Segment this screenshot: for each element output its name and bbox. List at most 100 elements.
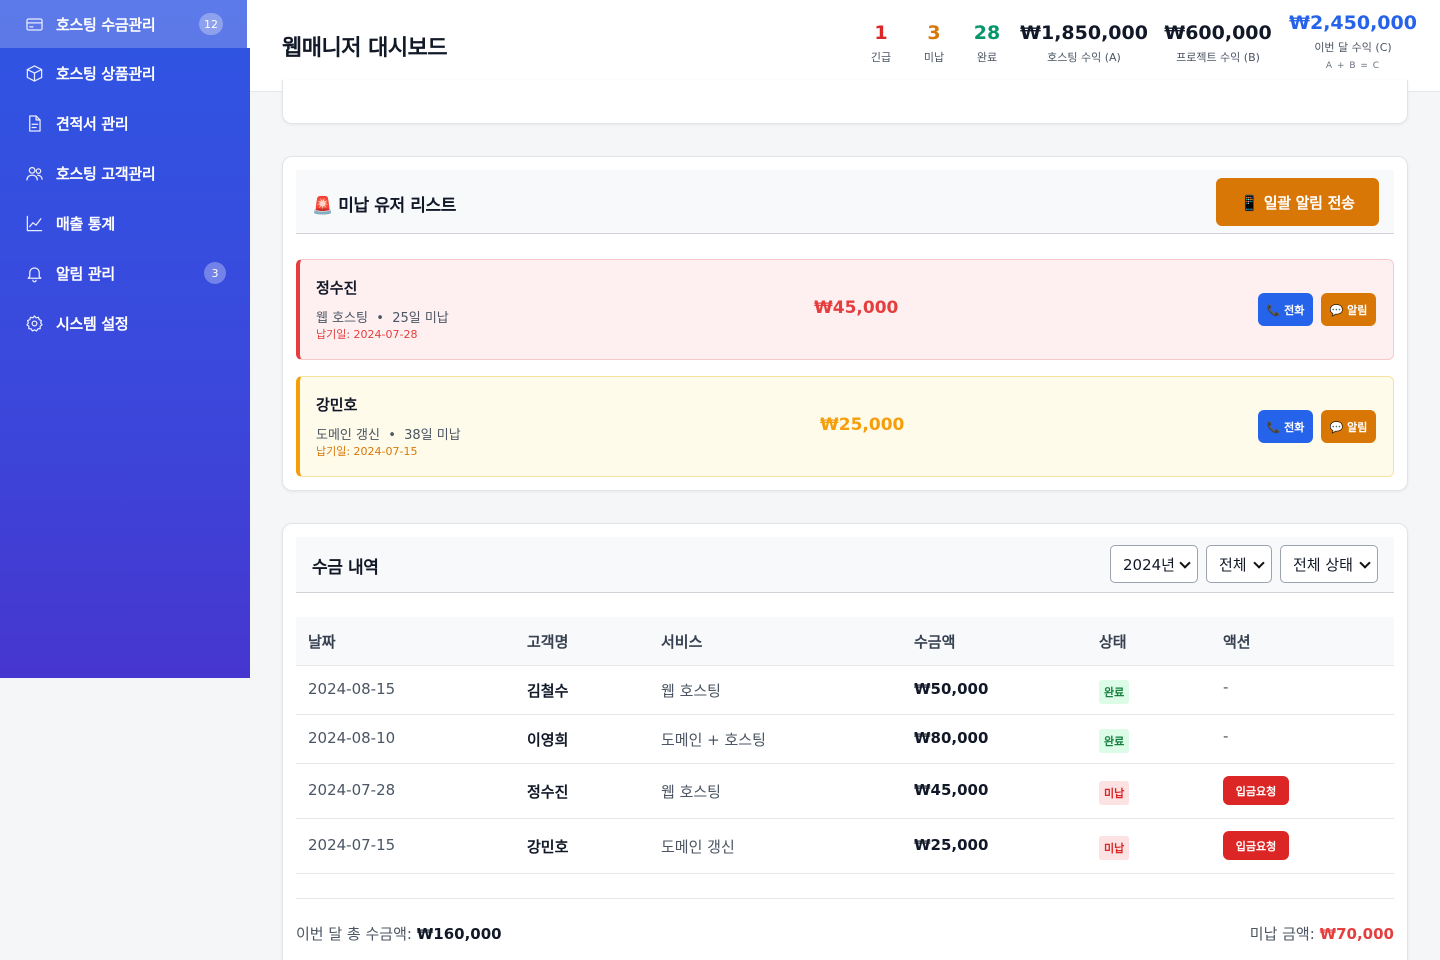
cell-customer: 김철수	[527, 682, 569, 700]
sidebar-item-quotes[interactable]: 견적서 관리	[0, 98, 250, 148]
sidebar-item-label: 시스템 설정	[56, 314, 129, 333]
cell-action: -	[1223, 727, 1229, 745]
top-header: 웹매니저 대시보드 1 긴급 3 미납 28 완료 ₩1,850,000 호스팅…	[250, 0, 1440, 92]
divider	[296, 898, 1394, 899]
overdue-info: 웹 호스팅 • 25일 미납	[316, 311, 449, 326]
sidebar-item-sales-stats[interactable]: 매출 통계	[0, 198, 250, 248]
unpaid-amount: ₩25,000	[820, 415, 905, 435]
users-icon	[24, 163, 44, 183]
payment-request-button[interactable]: 입금요청	[1223, 776, 1289, 805]
stat-label: 긴급	[870, 51, 892, 64]
overdue-days: 38일 미납	[404, 428, 461, 443]
stat-formula: A + B = C	[1325, 61, 1381, 71]
unpaid-user-card: 강민호 도메인 갱신 • 38일 미납 납기일: 2024-07-15 ₩25,…	[296, 376, 1394, 477]
count-badge: 12	[199, 13, 223, 35]
unpaid-total: 미납 금액: ₩70,000	[1250, 923, 1394, 944]
status-select[interactable]: 전체 상태	[1280, 545, 1378, 583]
cell-action: -	[1223, 678, 1229, 696]
stat-label: 프로젝트 수익 (B)	[1176, 51, 1260, 64]
cell-service: 도메인 + 호스팅	[661, 731, 766, 749]
payment-request-button[interactable]: 입금요청	[1223, 831, 1289, 860]
sidebar-item-label: 견적서 관리	[56, 114, 129, 133]
cell-amount: ₩80,000	[914, 729, 989, 747]
year-select[interactable]: 2024년	[1110, 545, 1198, 583]
gear-icon	[24, 313, 44, 333]
column-header: 고객명	[527, 633, 569, 651]
chevron-down-icon	[1359, 557, 1371, 569]
column-header: 액션	[1223, 633, 1251, 651]
bulk-notify-button[interactable]: 📱 일괄 알림 전송	[1216, 178, 1379, 226]
payment-table: 날짜 고객명 서비스 수금액 상태 액션 2024-08-15 김철수 웹 호스…	[296, 617, 1394, 874]
sidebar-item-system-settings[interactable]: 시스템 설정	[0, 298, 250, 348]
table-row: 2024-07-28 정수진 웹 호스팅 ₩45,000 미납 입금요청	[296, 764, 1394, 819]
cell-service: 웹 호스팅	[661, 783, 721, 801]
call-button[interactable]: 📞 전화	[1258, 293, 1313, 326]
document-icon	[24, 113, 44, 133]
line-chart-icon	[24, 213, 44, 233]
stat-value: 1	[874, 22, 888, 44]
select-value: 전체 상태	[1293, 555, 1353, 574]
chevron-down-icon	[1179, 557, 1191, 569]
stat-label: 호스팅 수익 (A)	[1047, 51, 1121, 64]
sidebar-item-notifications[interactable]: 알림 관리 3	[0, 248, 250, 298]
table-header: 날짜 고객명 서비스 수금액 상태 액션	[296, 617, 1394, 666]
monthly-total-value: ₩160,000	[416, 925, 502, 943]
status-badge: 완료	[1099, 680, 1130, 704]
unpaid-total-label: 미납 금액:	[1249, 925, 1320, 943]
unpaid-users-card: 🚨 미납 유저 리스트 📱 일괄 알림 전송 정수진 웹 호스팅 • 25일 미…	[282, 156, 1408, 491]
history-section-title: 수금 내역	[312, 558, 379, 578]
table-row: 2024-07-15 강민호 도메인 갱신 ₩25,000 미납 입금요청	[296, 819, 1394, 874]
history-section-header: 수금 내역 2024년 전체 전체 상태	[296, 537, 1394, 593]
stat-project-revenue: ₩600,000 프로젝트 수익 (B)	[1162, 22, 1274, 65]
stat-label: 완료	[976, 51, 998, 64]
sidebar-item-hosting-customers[interactable]: 호스팅 고객관리	[0, 148, 250, 198]
sidebar-item-hosting-products[interactable]: 호스팅 상품관리	[0, 48, 250, 98]
due-date: 납기일: 2024-07-28	[316, 328, 418, 341]
table-row: 2024-08-10 이영희 도메인 + 호스팅 ₩80,000 완료 -	[296, 715, 1394, 764]
stat-value: 28	[973, 22, 1001, 44]
sidebar-item-label: 알림 관리	[56, 264, 115, 283]
column-header: 날짜	[308, 633, 336, 651]
stat-hosting-revenue: ₩1,850,000 호스팅 수익 (A)	[1020, 22, 1148, 65]
chevron-down-icon	[1253, 557, 1265, 569]
select-value: 전체	[1219, 555, 1247, 574]
monthly-total-label: 이번 달 총 수금액:	[296, 925, 417, 943]
cell-customer: 이영희	[527, 731, 569, 749]
unpaid-user-card: 정수진 웹 호스팅 • 25일 미납 납기일: 2024-07-28 ₩45,0…	[296, 259, 1394, 360]
stat-done: 28 완료	[967, 22, 1007, 65]
unpaid-total-value: ₩70,000	[1319, 925, 1394, 943]
stat-value: ₩2,450,000	[1289, 12, 1417, 34]
due-date: 납기일: 2024-07-15	[316, 445, 418, 458]
service-name: 도메인 갱신	[316, 428, 380, 443]
service-name: 웹 호스팅	[316, 311, 368, 326]
page-title: 웹매니저 대시보드	[282, 36, 448, 61]
cell-date: 2024-08-15	[308, 680, 396, 698]
stat-month-revenue: ₩2,450,000 이번 달 수익 (C) A + B = C	[1288, 12, 1418, 71]
notify-button[interactable]: 💬 알림	[1321, 293, 1376, 326]
status-badge: 미납	[1099, 781, 1130, 805]
stat-value: ₩600,000	[1164, 22, 1272, 44]
stat-urgent: 1 긴급	[861, 22, 901, 65]
stat-value: ₩1,850,000	[1020, 22, 1148, 44]
range-select[interactable]: 전체	[1206, 545, 1272, 583]
stat-value: 3	[927, 22, 941, 44]
credit-card-icon	[24, 14, 44, 34]
unpaid-section-title: 🚨 미납 유저 리스트	[312, 196, 457, 216]
call-button[interactable]: 📞 전화	[1258, 410, 1313, 443]
cell-service: 웹 호스팅	[661, 682, 721, 700]
table-row: 2024-08-15 김철수 웹 호스팅 ₩50,000 완료 -	[296, 666, 1394, 715]
column-header: 상태	[1099, 633, 1127, 651]
overview-card	[282, 80, 1408, 124]
cell-customer: 강민호	[527, 838, 569, 856]
customer-name: 정수진	[316, 279, 358, 297]
notify-button[interactable]: 💬 알림	[1321, 410, 1376, 443]
sidebar-item-label: 호스팅 상품관리	[56, 64, 156, 83]
sidebar-item-hosting-billing[interactable]: 호스팅 수금관리 12	[0, 0, 250, 48]
stat-label: 미납	[923, 51, 945, 64]
cell-amount: ₩25,000	[914, 836, 989, 854]
overdue-days: 25일 미납	[392, 311, 449, 326]
status-badge: 미납	[1099, 836, 1130, 860]
stat-unpaid: 3 미납	[914, 22, 954, 65]
cell-amount: ₩50,000	[914, 680, 989, 698]
cell-date: 2024-08-10	[308, 729, 396, 747]
